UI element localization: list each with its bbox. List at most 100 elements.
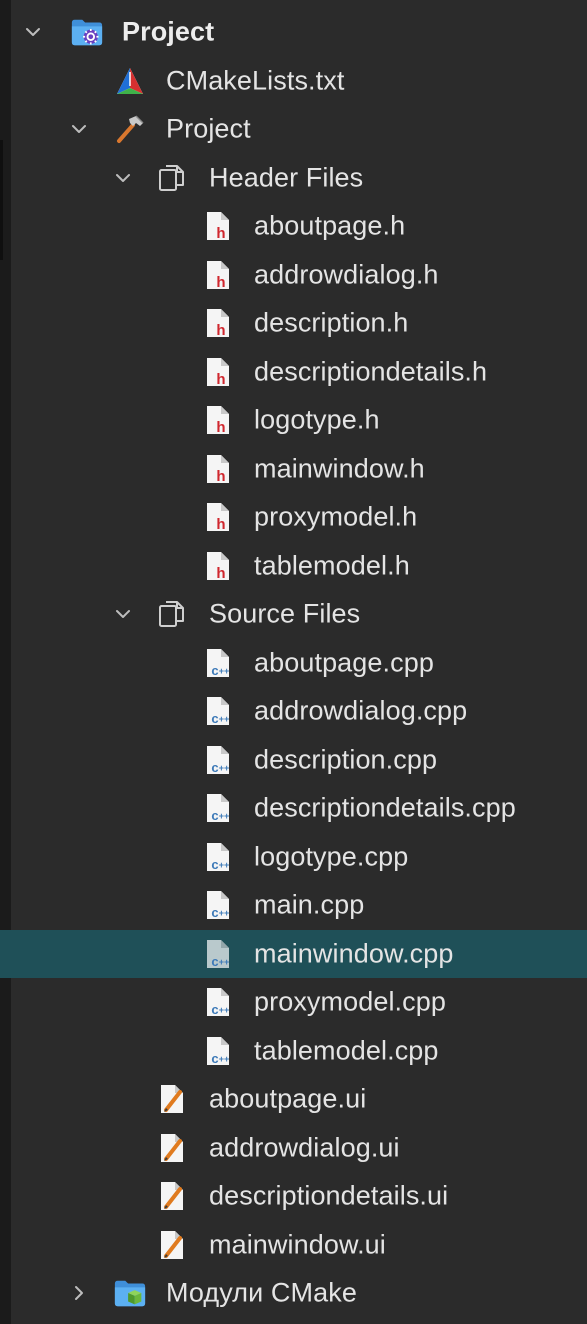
tree-item-label: Project [122,16,215,47]
tree-item-label: aboutpage.ui [209,1083,367,1114]
tree-item-label: mainwindow.h [254,453,425,484]
tree-item-form-file[interactable]: addrowdialog.ui [0,1124,587,1173]
tree-item-form-file[interactable]: aboutpage.ui [0,1075,587,1124]
tree-item-label: logotype.h [254,404,380,435]
tree-item-source-file[interactable]: c ++ addrowdialog.cpp [0,687,587,736]
tree-item-header-file[interactable]: h description.h [0,299,587,348]
svg-text:c: c [211,857,218,872]
svg-text:h: h [216,322,225,339]
svg-text:c: c [211,711,218,726]
svg-text:++: ++ [219,763,230,773]
chevron-down-icon[interactable] [65,115,93,143]
tree-item-header-file[interactable]: h aboutpage.h [0,202,587,251]
tree-item-source-file[interactable]: c ++ logotype.cpp [0,833,587,882]
svg-text:c: c [211,760,218,775]
tree-item-label: mainwindow.ui [209,1229,386,1260]
tree-item-label: proxymodel.h [254,501,418,532]
tree-item-label: descriptiondetails.ui [209,1180,449,1211]
svg-text:++: ++ [219,1005,230,1015]
virtual-folder-icon [155,598,189,630]
svg-text:c: c [211,808,218,823]
svg-text:h: h [216,274,225,291]
cpp-file-icon: c ++ [201,792,235,824]
cpp-file-icon: c ++ [201,1035,235,1067]
hammer-icon [113,113,147,145]
cpp-file-icon: c ++ [201,695,235,727]
svg-text:c: c [211,905,218,920]
tree-item-header-file[interactable]: h tablemodel.h [0,542,587,591]
cmake-project-folder-icon [70,16,104,48]
tree-item-label: description.cpp [254,744,438,775]
tree-item-form-file[interactable]: mainwindow.ui [0,1221,587,1270]
tree-item-label: aboutpage.h [254,210,406,241]
tree-item-source-file[interactable]: c ++ aboutpage.cpp [0,639,587,688]
cpp-file-icon: c ++ [201,986,235,1018]
chevron-down-icon[interactable] [109,600,137,628]
tree-item-root-project[interactable]: Project [0,8,587,57]
tree-item-label: Модули CMake [166,1277,357,1308]
cpp-file-icon: c ++ [201,889,235,921]
chevron-down-icon[interactable] [19,18,47,46]
svg-text:++: ++ [219,666,230,676]
svg-text:c: c [211,1002,218,1017]
tree-item-source-file[interactable]: c ++ main.cpp [0,881,587,930]
tree-item-source-file[interactable]: c ++ proxymodel.cpp [0,978,587,1027]
tree-item-label: addrowdialog.h [254,259,439,290]
tree-item-label: Project [166,113,251,144]
tree-item-label: logotype.cpp [254,841,409,872]
tree-item-form-file[interactable]: descriptiondetails.ui [0,1172,587,1221]
tree-item-label: mainwindow.cpp [254,938,454,969]
svg-text:++: ++ [219,908,230,918]
tree-item-header-files[interactable]: Header Files [0,154,587,203]
ui-form-file-icon [155,1229,189,1261]
tree-item-label: descriptiondetails.h [254,356,488,387]
chevron-down-icon[interactable] [109,164,137,192]
tree-item-source-file[interactable]: c ++ tablemodel.cpp [0,1027,587,1076]
tree-item-header-file[interactable]: h addrowdialog.h [0,251,587,300]
svg-text:++: ++ [219,957,230,967]
tree-item-header-file[interactable]: h logotype.h [0,396,587,445]
header-file-icon: h [201,453,235,485]
tree-item-label: proxymodel.cpp [254,986,446,1017]
header-file-icon: h [201,550,235,582]
tree-item-label: Header Files [209,162,364,193]
cpp-file-icon: c ++ [201,841,235,873]
tree-item-label: tablemodel.h [254,550,410,581]
cpp-file-icon: c ++ [201,744,235,776]
tree-item-source-file-selected[interactable]: c ++ mainwindow.cpp [0,929,587,978]
cpp-file-icon: c ++ [201,938,235,970]
virtual-folder-icon [155,162,189,194]
tree-item-label: Source Files [209,598,361,629]
cmake-modules-folder-icon [113,1277,147,1309]
svg-text:++: ++ [219,860,230,870]
tree-item-source-file[interactable]: c ++ description.cpp [0,736,587,785]
tree-item-label: addrowdialog.cpp [254,695,468,726]
header-file-icon: h [201,404,235,436]
svg-text:c: c [211,663,218,678]
tree-item-header-file[interactable]: h proxymodel.h [0,493,587,542]
svg-text:++: ++ [219,714,230,724]
tree-item-project-target[interactable]: Project [0,105,587,154]
tree-item-label: addrowdialog.ui [209,1132,400,1163]
tree-item-label: description.h [254,307,409,338]
project-tree[interactable]: Project CMakeLists.txt Project Header Fi… [0,8,587,1318]
svg-text:++: ++ [219,1054,230,1064]
svg-text:h: h [216,371,225,388]
svg-text:c: c [211,1051,218,1066]
tree-item-source-files[interactable]: Source Files [0,590,587,639]
tree-item-label: main.cpp [254,889,365,920]
ui-form-file-icon [155,1083,189,1115]
chevron-right-icon[interactable] [65,1279,93,1307]
tree-item-header-file[interactable]: h mainwindow.h [0,445,587,494]
svg-text:c: c [211,954,218,969]
svg-text:++: ++ [219,811,230,821]
svg-text:h: h [216,225,225,242]
header-file-icon: h [201,356,235,388]
tree-item-source-file[interactable]: c ++ descriptiondetails.cpp [0,784,587,833]
svg-text:h: h [216,419,225,436]
header-file-icon: h [201,501,235,533]
tree-item-header-file[interactable]: h descriptiondetails.h [0,348,587,397]
tree-item-cmake-modules[interactable]: Модули CMake [0,1269,587,1318]
tree-item-cmakelists[interactable]: CMakeLists.txt [0,57,587,106]
tree-item-label: CMakeLists.txt [166,65,345,96]
